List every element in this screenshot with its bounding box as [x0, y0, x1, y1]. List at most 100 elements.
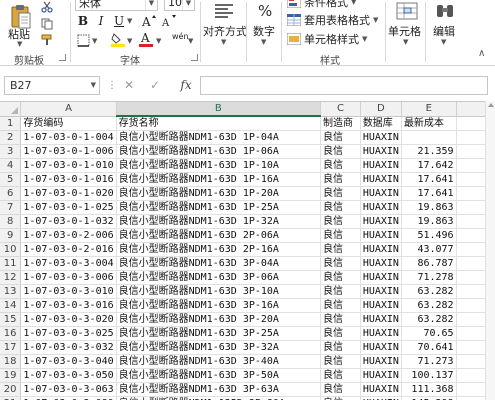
- cell-c[interactable]: 良信: [320, 340, 361, 355]
- cell-styles-button[interactable]: 单元格样式 ▼: [287, 31, 382, 47]
- cell-b[interactable]: 良信小型断路器NDM1-63D 2P-16A: [116, 242, 322, 257]
- cell-d[interactable]: HUAXIN: [360, 354, 402, 369]
- cell-d[interactable]: HUAXIN: [360, 382, 402, 397]
- cell-a[interactable]: 1-07-03-0-3-010: [20, 284, 117, 299]
- cell-a[interactable]: 存货编码: [20, 116, 117, 131]
- row-header[interactable]: 12: [0, 270, 22, 285]
- row-header[interactable]: 21: [0, 396, 22, 400]
- cell-a[interactable]: 1-07-03-0-1-016: [20, 172, 117, 187]
- cell-c[interactable]: 良信: [320, 368, 361, 383]
- cell-c[interactable]: 良信: [320, 326, 361, 341]
- cell-b[interactable]: 良信小型断路器NDM1-63D 3P-16A: [116, 298, 322, 313]
- cell-d[interactable]: HUAXIN: [360, 298, 402, 313]
- cell-d[interactable]: HUAXIN: [360, 396, 402, 400]
- enter-icon[interactable]: ✓: [146, 76, 164, 95]
- cell-d[interactable]: HUAXIN: [360, 326, 402, 341]
- alignment-label[interactable]: 对齐方式: [203, 23, 247, 39]
- column-header-a[interactable]: A: [20, 102, 117, 117]
- cell-a[interactable]: 1-07-03-0-3-006: [20, 270, 117, 285]
- cell-e[interactable]: 63.282: [401, 312, 457, 327]
- chevron-down-icon[interactable]: ▼: [441, 38, 446, 46]
- number-label[interactable]: 数字: [253, 23, 275, 39]
- cell-a[interactable]: 1-07-03-0-3-020: [20, 312, 117, 327]
- clipboard-launcher-icon[interactable]: [59, 54, 66, 61]
- cell-e[interactable]: 17.641: [401, 172, 457, 187]
- cell-d[interactable]: HUAXIN: [360, 228, 402, 243]
- chevron-down-icon[interactable]: ▼: [127, 17, 132, 25]
- chevron-down-icon[interactable]: ▼: [188, 37, 193, 45]
- column-header-e[interactable]: E: [401, 102, 457, 117]
- cell-a[interactable]: 1-07-03-0-1-025: [20, 200, 117, 215]
- cell-e[interactable]: 71.278: [401, 270, 457, 285]
- cell-a[interactable]: 1-07-03-0-2-006: [20, 228, 117, 243]
- name-box[interactable]: B27 ▼: [4, 76, 100, 95]
- more-options-icon[interactable]: ⋮: [103, 76, 121, 95]
- cell-a[interactable]: 1-07-03-0-3-063: [20, 382, 117, 397]
- chevron-down-icon[interactable]: ▼: [127, 37, 132, 45]
- cell-d[interactable]: HUAXIN: [360, 270, 402, 285]
- chevron-down-icon[interactable]: ▼: [221, 38, 226, 46]
- cell-e[interactable]: 17.642: [401, 158, 457, 173]
- row-header[interactable]: 15: [0, 312, 22, 327]
- alignment-button[interactable]: [206, 0, 242, 22]
- cell-c[interactable]: 良信: [320, 214, 361, 229]
- column-header-b[interactable]: B: [116, 102, 322, 117]
- cell-b[interactable]: 良信小型断路器NDM1-63D 1P-10A: [116, 158, 322, 173]
- cell-a[interactable]: 1-07-03-0-3-080: [20, 396, 117, 400]
- collapse-ribbon-icon[interactable]: ∧: [478, 48, 485, 59]
- cell-e[interactable]: 70.65: [401, 326, 457, 341]
- cell-c[interactable]: 良信: [320, 228, 361, 243]
- cell-a[interactable]: 1-07-03-0-1-004: [20, 130, 117, 145]
- cell-c[interactable]: 良信: [320, 354, 361, 369]
- cell-a[interactable]: 1-07-03-0-3-040: [20, 354, 117, 369]
- row-header[interactable]: 2: [0, 130, 22, 145]
- cell-d[interactable]: HUAXIN: [360, 172, 402, 187]
- row-header[interactable]: 16: [0, 326, 22, 341]
- cell-d[interactable]: HUAXIN: [360, 158, 402, 173]
- cell-e[interactable]: 145.298: [401, 396, 457, 400]
- cancel-icon[interactable]: ✕: [120, 76, 138, 95]
- format-painter-button[interactable]: [40, 33, 54, 47]
- cell-e[interactable]: 63.282: [401, 284, 457, 299]
- shrink-font-button[interactable]: A: [161, 13, 177, 29]
- font-size-combo[interactable]: 10 ▼: [164, 0, 195, 11]
- cell-b[interactable]: 良信小型断路器NDM1-63D 3P-40A: [116, 354, 322, 369]
- font-color-button[interactable]: A: [138, 31, 154, 47]
- chevron-down-icon[interactable]: ▼: [92, 37, 97, 45]
- cell-e[interactable]: 51.496: [401, 228, 457, 243]
- cell-b[interactable]: 良信小型断路器NDM1-63D 3P-50A: [116, 368, 322, 383]
- spreadsheet-grid[interactable]: A B C D E 1 存货编码 存货名称 制造商 数据库 最新成本 2 1-07-03-0-…: [0, 101, 495, 400]
- bold-button[interactable]: B: [75, 13, 91, 29]
- cell-d[interactable]: HUAXIN: [360, 214, 402, 229]
- cell-d[interactable]: 数据库: [360, 116, 402, 131]
- cell-e[interactable]: 19.863: [401, 200, 457, 215]
- conditional-format-button[interactable]: 条件格式 ▼: [287, 0, 382, 10]
- cell-a[interactable]: 1-07-03-0-3-016: [20, 298, 117, 313]
- cell-d[interactable]: HUAXIN: [360, 368, 402, 383]
- cell-a[interactable]: 1-07-03-0-1-020: [20, 186, 117, 201]
- cell-b[interactable]: 良信小型断路器NDM1-63D 1P-06A: [116, 144, 322, 159]
- cell-a[interactable]: 1-07-03-0-3-004: [20, 256, 117, 271]
- cell-d[interactable]: HUAXIN: [360, 256, 402, 271]
- cell-a[interactable]: 1-07-03-0-1-010: [20, 158, 117, 173]
- cell-c[interactable]: 良信: [320, 298, 361, 313]
- cell-d[interactable]: HUAXIN: [360, 186, 402, 201]
- row-header[interactable]: 17: [0, 340, 22, 355]
- phonetic-guide-button[interactable]: wén: [172, 32, 189, 41]
- format-as-table-button[interactable]: 套用表格格式 ▼: [287, 12, 382, 28]
- cell-c[interactable]: 良信: [320, 158, 361, 173]
- cells-button[interactable]: [392, 0, 422, 22]
- row-header[interactable]: 8: [0, 214, 22, 229]
- column-header-d[interactable]: D: [360, 102, 402, 117]
- cell-c[interactable]: 良信: [320, 382, 361, 397]
- cell-b[interactable]: 良信小型断路器NDM1-125D 3P-80A: [116, 396, 322, 400]
- cell-c[interactable]: 良信: [320, 312, 361, 327]
- row-header[interactable]: 9: [0, 228, 22, 243]
- cell-d[interactable]: HUAXIN: [360, 130, 402, 145]
- cell-b[interactable]: 良信小型断路器NDM1-63D 3P-04A: [116, 256, 322, 271]
- chevron-down-icon[interactable]: ▼: [145, 0, 157, 10]
- row-header[interactable]: 1: [0, 116, 22, 131]
- cell-d[interactable]: HUAXIN: [360, 144, 402, 159]
- cells-label[interactable]: 单元格: [388, 23, 421, 39]
- cell-c[interactable]: 良信: [320, 172, 361, 187]
